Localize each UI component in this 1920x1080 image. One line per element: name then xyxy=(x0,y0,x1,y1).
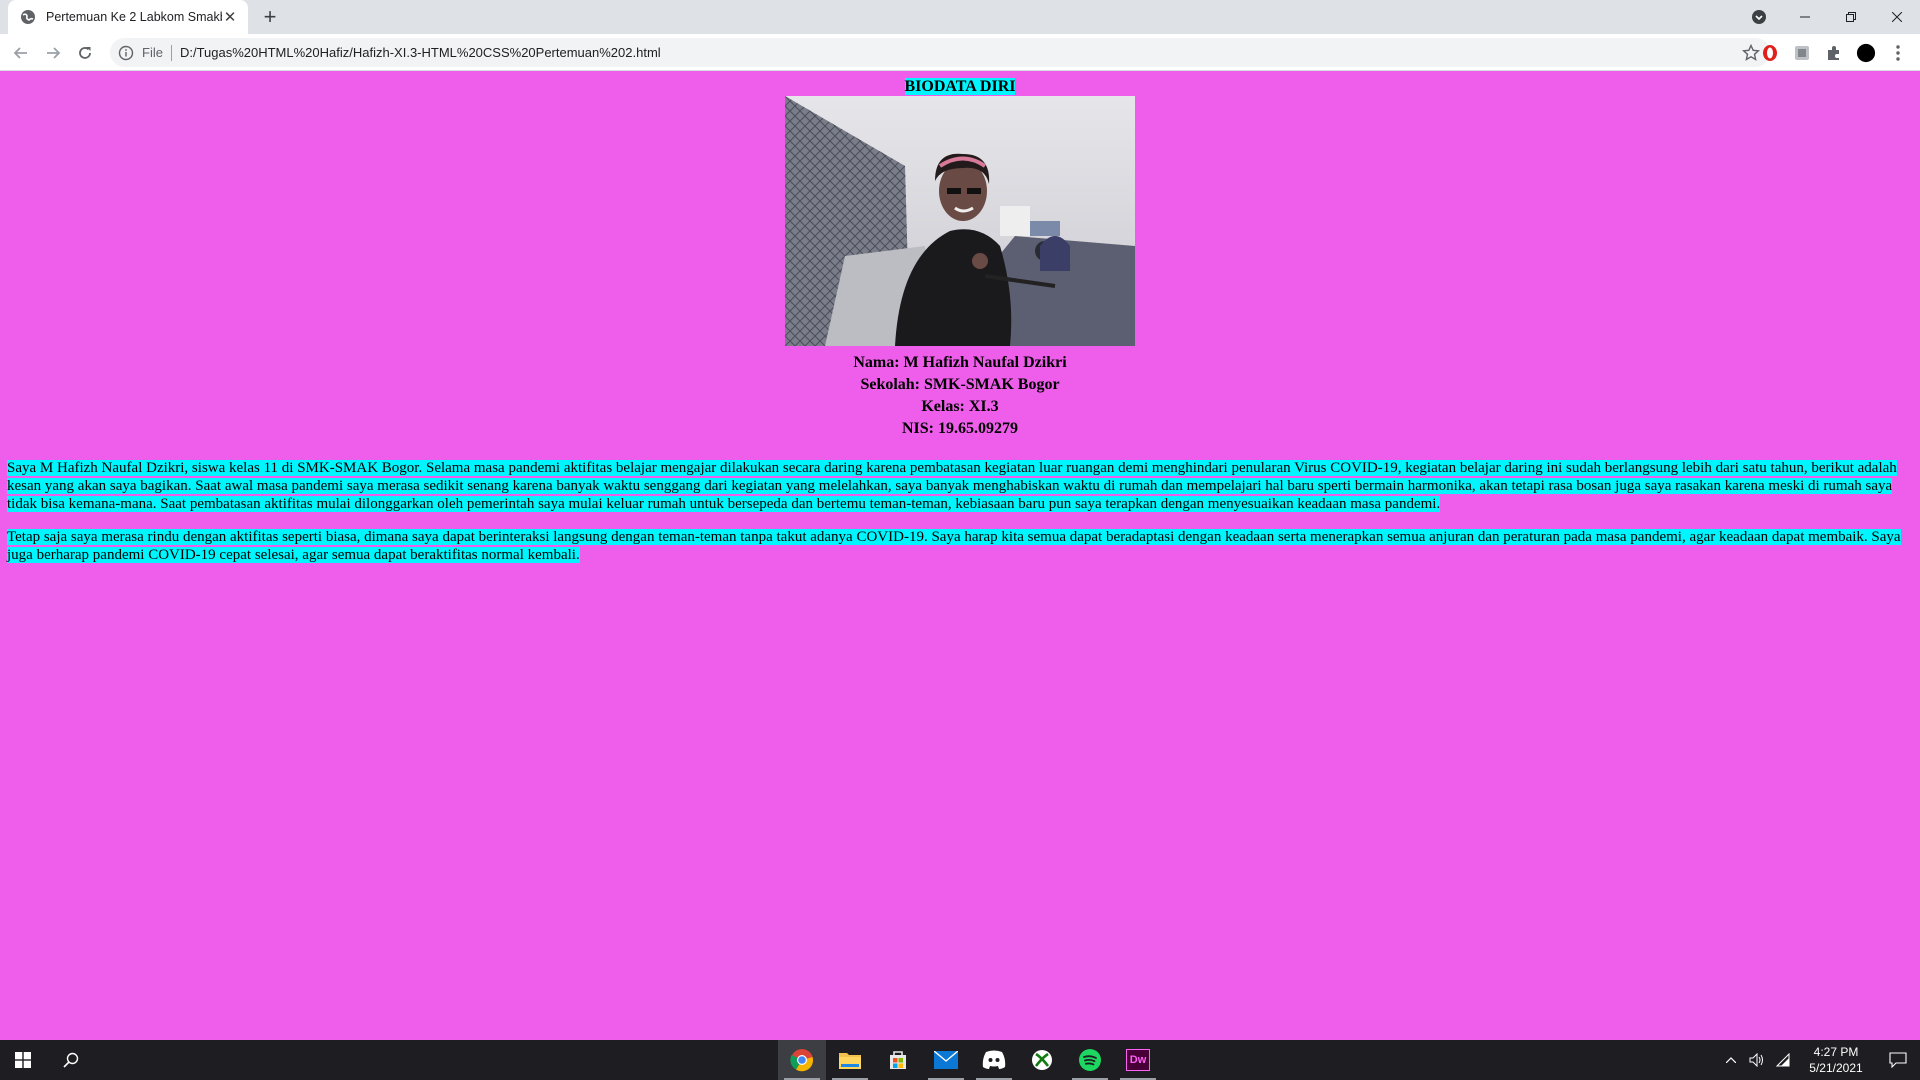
url-scheme: File xyxy=(142,45,163,60)
browser-toolbar: File D:/Tugas%20HTML%20Hafiz/Hafizh-XI.3… xyxy=(0,34,1920,71)
store-icon[interactable] xyxy=(874,1040,922,1080)
dreamweaver-label: Dw xyxy=(1126,1049,1150,1071)
info-nama: Nama: M Hafizh Naufal Dzikri xyxy=(853,354,1067,371)
web-page: BIODATA DIRI Nama: M Hafizh Naufal Dzikr… xyxy=(0,71,1920,1040)
info-sekolah: Sekolah: SMK-SMAK Bogor xyxy=(860,376,1060,393)
chrome-icon[interactable] xyxy=(778,1040,826,1080)
taskbar-search-icon[interactable] xyxy=(48,1040,94,1080)
browser-tab[interactable]: Pertemuan Ke 2 Labkom Smakbo ✕ xyxy=(8,0,248,34)
tab-close-icon[interactable]: ✕ xyxy=(222,9,238,26)
mail-icon[interactable] xyxy=(922,1040,970,1080)
restore-icon[interactable] xyxy=(1828,0,1874,34)
info-icon[interactable] xyxy=(118,45,134,61)
taskbar: Dw 4:27 PM 5/21/2021 xyxy=(0,1040,1920,1080)
taskbar-clock[interactable]: 4:27 PM 5/21/2021 xyxy=(1796,1044,1876,1076)
volume-icon[interactable] xyxy=(1744,1040,1770,1080)
tab-strip: Pertemuan Ke 2 Labkom Smakbo ✕ + xyxy=(0,0,1920,34)
paragraph-1-text: Saya M Hafizh Naufal Dzikri, siswa kelas… xyxy=(7,460,1897,512)
discord-icon[interactable] xyxy=(970,1040,1018,1080)
tray-chevron-up-icon[interactable] xyxy=(1718,1040,1744,1080)
page-title: BIODATA DIRI xyxy=(0,78,1920,96)
address-bar[interactable]: File D:/Tugas%20HTML%20Hafiz/Hafizh-XI.3… xyxy=(110,38,1770,67)
biodata-info: Nama: M Hafizh Naufal Dzikri Sekolah: SM… xyxy=(0,352,1920,440)
window-controls xyxy=(1736,0,1920,34)
extensions-puzzle-icon[interactable] xyxy=(1824,43,1844,63)
page-title-text: BIODATA DIRI xyxy=(904,78,1016,95)
profile-avatar-icon[interactable] xyxy=(1856,43,1876,63)
windows-start-icon[interactable] xyxy=(0,1040,46,1080)
extension-icon[interactable] xyxy=(1792,43,1812,63)
info-nis: NIS: 19.65.09279 xyxy=(901,420,1018,437)
paragraph-1: Saya M Hafizh Naufal Dzikri, siswa kelas… xyxy=(7,459,1913,513)
file-explorer-icon[interactable] xyxy=(826,1040,874,1080)
profile-photo xyxy=(785,96,1135,346)
spotify-icon[interactable] xyxy=(1066,1040,1114,1080)
url-text[interactable]: D:/Tugas%20HTML%20Hafiz/Hafizh-XI.3-HTML… xyxy=(180,45,661,60)
back-icon[interactable] xyxy=(8,40,34,66)
paragraph-2-text: Tetap saja saya merasa rindu dengan akti… xyxy=(7,529,1901,563)
xbox-icon[interactable] xyxy=(1018,1040,1066,1080)
tab-title: Pertemuan Ke 2 Labkom Smakbo xyxy=(46,10,222,24)
reload-icon[interactable] xyxy=(72,40,98,66)
bookmark-star-icon[interactable] xyxy=(1742,44,1760,62)
minimize-icon[interactable] xyxy=(1782,0,1828,34)
system-tray: 4:27 PM 5/21/2021 xyxy=(1718,1040,1920,1080)
opera-extension-icon[interactable] xyxy=(1760,43,1780,63)
notification-center-icon[interactable] xyxy=(1876,1040,1920,1080)
dreamweaver-icon[interactable]: Dw xyxy=(1114,1040,1162,1080)
new-tab-icon[interactable]: + xyxy=(258,5,282,29)
network-icon[interactable] xyxy=(1770,1040,1796,1080)
browser-menu-icon[interactable] xyxy=(1888,43,1908,63)
close-window-icon[interactable] xyxy=(1874,0,1920,34)
tab-search-icon[interactable] xyxy=(1736,0,1782,34)
paragraph-2: Tetap saja saya merasa rindu dengan akti… xyxy=(7,528,1913,564)
clock-date: 5/21/2021 xyxy=(1809,1061,1863,1075)
info-kelas: Kelas: XI.3 xyxy=(921,398,999,415)
forward-icon[interactable] xyxy=(40,40,66,66)
globe-icon xyxy=(21,10,35,24)
url-divider xyxy=(170,44,172,61)
clock-time: 4:27 PM xyxy=(1813,1045,1859,1059)
